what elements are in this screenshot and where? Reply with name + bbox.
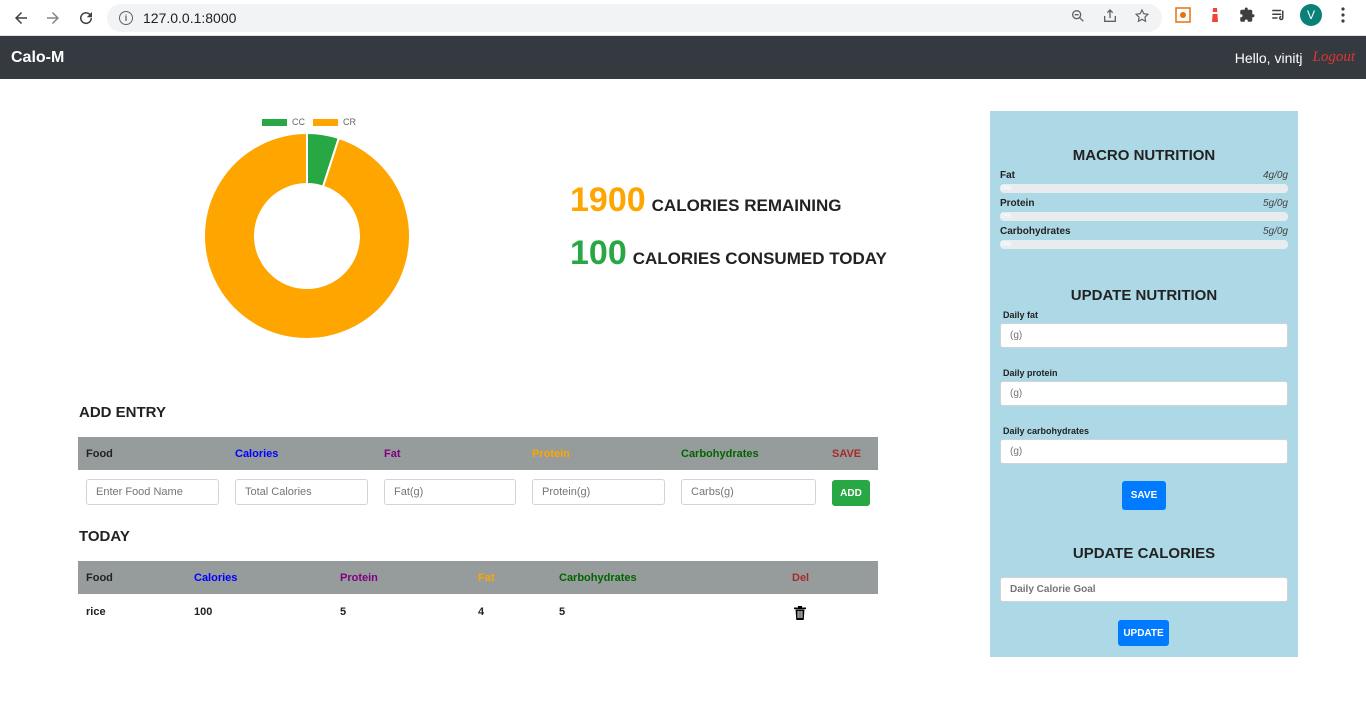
protein-input[interactable] — [532, 479, 665, 505]
row-carbs: 5 — [559, 606, 566, 618]
macro-protein-name: Protein — [1000, 198, 1035, 209]
macro-protein-progress: 0% — [1000, 212, 1288, 221]
reading-list-icon[interactable] — [1268, 4, 1290, 26]
site-info-icon[interactable]: i — [119, 11, 133, 25]
add-button[interactable]: ADD — [832, 480, 870, 506]
today-title: TODAY — [79, 528, 130, 545]
user-greeting: Hello, vinitj — [1234, 49, 1303, 66]
remaining-stat: 1900 CALORIES REMAINING — [570, 181, 887, 220]
consumed-label: CALORIES CONSUMED TODAY — [632, 249, 887, 268]
legend-label-cc: CC — [292, 117, 305, 127]
extension-lighthouse-icon[interactable] — [1204, 4, 1226, 26]
daily-protein-label: Daily protein — [1003, 368, 1058, 378]
food-name-input[interactable] — [86, 479, 219, 505]
macro-fat: Fat 4g/0g 0% — [1000, 170, 1288, 193]
today-header: Food Calories Protein Fat Carbohydrates … — [78, 561, 878, 594]
menu-kebab-icon[interactable] — [1332, 4, 1354, 26]
update-nutrition-title: UPDATE NUTRITION — [1070, 287, 1218, 304]
url-text: 127.0.0.1:8000 — [143, 10, 237, 26]
daily-fat-label: Daily fat — [1003, 310, 1039, 320]
donut-slice-cr[interactable] — [203, 131, 411, 340]
header-fat: Fat — [384, 447, 401, 460]
row-fat: 4 — [478, 606, 485, 618]
row-calories: 100 — [194, 606, 213, 618]
calorie-donut-chart: CC CR — [200, 114, 415, 344]
share-icon[interactable] — [1102, 8, 1118, 24]
macro-fat-name: Fat — [1000, 170, 1015, 181]
today-header-food: Food — [86, 571, 113, 584]
today-table: Food Calories Protein Fat Carbohydrates … — [78, 561, 878, 628]
bookmark-star-icon[interactable] — [1134, 8, 1150, 24]
extensions-puzzle-icon[interactable] — [1236, 4, 1258, 26]
extension-screenshot-icon[interactable] — [1172, 4, 1194, 26]
macro-nutrition-title: MACRO NUTRITION — [1072, 147, 1216, 164]
back-icon[interactable] — [5, 2, 37, 34]
daily-fat-input[interactable] — [1000, 323, 1288, 348]
macro-carbohydrates: Carbohydrates 5g/0g 0% — [1000, 226, 1288, 249]
macro-fat-value: 4g/0g — [1262, 170, 1288, 181]
today-header-calories: Calories — [194, 571, 238, 584]
logout-link[interactable]: Logout — [1312, 49, 1355, 66]
table-row: rice 100 5 4 5 — [78, 594, 878, 628]
legend-swatch-cc — [262, 118, 287, 126]
profile-avatar[interactable]: V — [1300, 4, 1322, 26]
row-food: rice — [86, 606, 106, 618]
macro-carbs-value: 5g/0g — [1262, 226, 1288, 237]
header-calories: Calories — [235, 447, 279, 460]
header-carbohydrates: Carbohydrates — [681, 447, 759, 460]
legend-label-cr: CR — [343, 117, 356, 127]
today-header-carbohydrates: Carbohydrates — [559, 571, 637, 584]
fat-input[interactable] — [384, 479, 516, 505]
header-save: SAVE — [832, 447, 862, 460]
brand-logo[interactable]: Calo-M — [11, 49, 64, 67]
macro-carbs-percent: 0% — [1001, 241, 1012, 248]
today-header-del: Del — [792, 571, 810, 584]
delete-trash-icon[interactable] — [794, 606, 806, 623]
forward-icon[interactable] — [37, 2, 69, 34]
macro-protein: Protein 5g/0g 0% — [1000, 198, 1288, 221]
header-food: Food — [86, 447, 113, 460]
daily-carbohydrates-label: Daily carbohydrates — [1003, 426, 1090, 436]
chart-legend: CC CR — [262, 117, 356, 127]
row-protein: 5 — [340, 606, 347, 618]
update-calories-title: UPDATE CALORIES — [1072, 545, 1216, 562]
side-panel: MACRO NUTRITION Fat 4g/0g 0% Protein 5g/… — [990, 111, 1298, 657]
add-entry-row: ADD — [78, 470, 878, 514]
daily-carbohydrates-input[interactable] — [1000, 439, 1288, 464]
add-entry-title: ADD ENTRY — [79, 404, 166, 421]
consumed-stat: 100 CALORIES CONSUMED TODAY — [570, 234, 887, 273]
update-calories-button[interactable]: UPDATE — [1118, 620, 1169, 646]
today-header-fat: Fat — [478, 571, 495, 584]
legend-item-cc[interactable]: CC — [262, 117, 305, 127]
macro-carbs-name: Carbohydrates — [1000, 226, 1071, 237]
calories-input[interactable] — [235, 479, 368, 505]
save-nutrition-button[interactable]: SAVE — [1122, 481, 1166, 510]
remaining-label: CALORIES REMAINING — [651, 196, 842, 215]
macro-protein-value: 5g/0g — [1262, 198, 1288, 209]
today-header-protein: Protein — [340, 571, 378, 584]
address-bar[interactable]: i 127.0.0.1:8000 — [107, 4, 1162, 32]
main-content: CC CR 1900 CALORIES REMAINING 100 CALORI… — [0, 79, 1366, 712]
macro-protein-percent: 0% — [1001, 213, 1012, 220]
header-protein: Protein — [532, 447, 570, 460]
macro-carbs-progress: 0% — [1000, 240, 1288, 249]
browser-toolbar: i 127.0.0.1:8000 V — [0, 0, 1366, 36]
add-entry-header: Food Calories Fat Protein Carbohydrates … — [78, 437, 878, 470]
calorie-stats: 1900 CALORIES REMAINING 100 CALORIES CON… — [570, 181, 887, 287]
reload-icon[interactable] — [70, 2, 102, 34]
add-entry-table: Food Calories Fat Protein Carbohydrates … — [78, 437, 878, 514]
consumed-value: 100 — [570, 234, 627, 272]
remaining-value: 1900 — [570, 181, 646, 219]
legend-swatch-cr — [313, 118, 338, 126]
macro-fat-progress: 0% — [1000, 184, 1288, 193]
macro-fat-percent: 0% — [1001, 185, 1012, 192]
app-navbar: Calo-M Hello, vinitj Logout — [0, 36, 1366, 79]
zoom-icon[interactable] — [1070, 8, 1086, 24]
daily-calorie-goal-input[interactable] — [1000, 577, 1288, 602]
carbs-input[interactable] — [681, 479, 816, 505]
daily-protein-input[interactable] — [1000, 381, 1288, 406]
donut-svg — [203, 131, 411, 340]
legend-item-cr[interactable]: CR — [313, 117, 356, 127]
